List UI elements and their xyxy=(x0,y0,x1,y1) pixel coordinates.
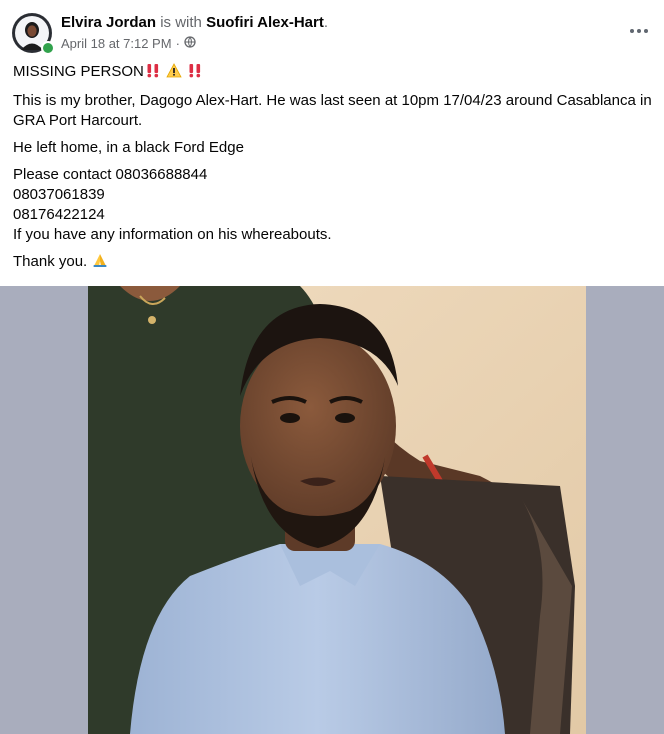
author-name[interactable]: Elvira Jordan xyxy=(61,14,156,31)
photo-image xyxy=(0,286,664,734)
post-line-5: 08037061839 xyxy=(13,186,105,203)
post-body: MISSING PERSON This is my brother, Dagog… xyxy=(13,62,653,274)
online-status-dot xyxy=(41,41,55,55)
post-line-2: This is my brother, Dagogo Alex-Hart. He… xyxy=(13,92,652,129)
globe-icon[interactable] xyxy=(184,36,196,52)
double-exclamation-icon xyxy=(187,63,203,84)
author-line: Elvira Jordan is with Suofiri Alex-Hart. xyxy=(61,13,328,33)
meta-separator: · xyxy=(175,36,180,51)
post-line-7: If you have any information on his where… xyxy=(13,226,332,243)
post-header: Elvira Jordan is with Suofiri Alex-Hart.… xyxy=(0,0,664,60)
post-line-6: 08176422124 xyxy=(13,206,105,223)
folded-hands-icon xyxy=(92,252,108,274)
period: . xyxy=(323,14,329,31)
post-meta: April 18 at 7:12 PM · xyxy=(61,36,196,52)
post-line-3: He left home, in a black Ford Edge xyxy=(13,139,244,156)
post-timestamp[interactable]: April 18 at 7:12 PM xyxy=(61,36,172,52)
post-photo[interactable] xyxy=(0,286,664,734)
post-line-4: Please contact 08036688844 xyxy=(13,166,208,183)
more-dots-icon xyxy=(630,29,634,33)
post-line-1: MISSING PERSON xyxy=(13,62,653,84)
double-exclamation-icon xyxy=(145,63,161,84)
with-text: is with xyxy=(156,14,207,31)
tagged-person[interactable]: Suofiri Alex-Hart xyxy=(206,14,324,31)
post-line-8: Thank you. xyxy=(13,252,653,274)
more-options-button[interactable] xyxy=(624,16,654,46)
warning-icon xyxy=(166,63,182,84)
